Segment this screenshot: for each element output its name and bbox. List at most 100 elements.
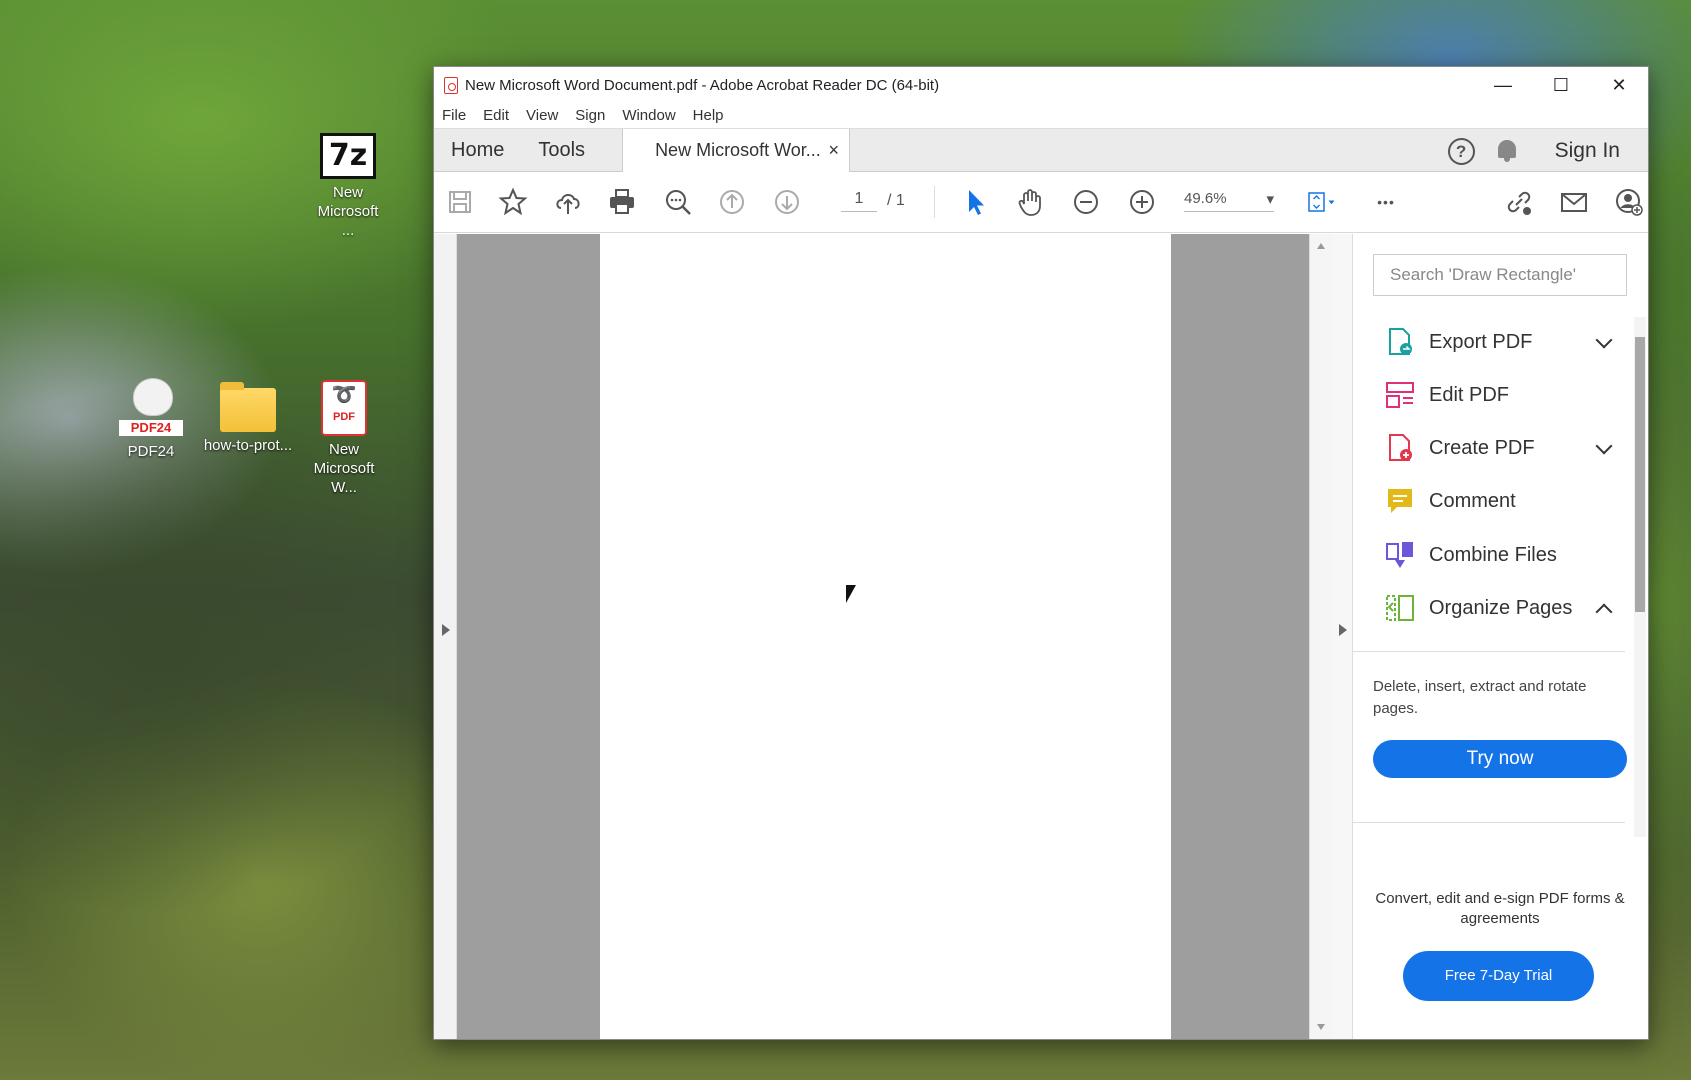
zoom-level-value: 49.6% [1184, 190, 1227, 207]
chevron-down-icon: ▾ [1266, 191, 1274, 208]
scroll-up-icon[interactable] [1317, 243, 1325, 249]
pdf-file-icon: PDF [321, 380, 367, 436]
email-icon[interactable] [1558, 186, 1590, 218]
tools-list: Export PDF Edit PDF Create PDF Comment C… [1353, 317, 1625, 652]
title-bar: New Microsoft Word Document.pdf - Adobe … [434, 67, 1648, 103]
tools-scrollbar-thumb[interactable] [1635, 337, 1645, 612]
menu-help[interactable]: Help [693, 107, 724, 124]
menu-sign[interactable]: Sign [575, 107, 605, 124]
organize-pages-description: Delete, insert, extract and rotate pages… [1373, 678, 1587, 717]
share-link-icon[interactable] [1503, 186, 1535, 218]
desktop-icon-label: New Microsoft W... [313, 441, 375, 496]
menu-bar: File Edit View Sign Window Help [434, 103, 1648, 128]
previous-page-icon[interactable] [716, 186, 748, 218]
panel-divider [1353, 822, 1625, 823]
add-user-icon[interactable] [1613, 186, 1645, 218]
page-number-box: 1 / 1 [841, 190, 905, 212]
desktop-icon-label: PDF24 [127, 443, 175, 460]
organize-pages-icon [1385, 593, 1415, 623]
tool-label: Comment [1429, 489, 1516, 512]
content-area: Search 'Draw Rectangle' Export PDF Edit … [434, 234, 1648, 1039]
tab-document-label: New Microsoft Wor... [655, 140, 821, 160]
tab-bar: Home Tools New Microsoft Wor... × ? Sign… [434, 128, 1648, 172]
desktop-icon-pdf24[interactable]: PDF24 PDF24 [106, 378, 196, 461]
tools-search-input[interactable]: Search 'Draw Rectangle' [1373, 254, 1627, 296]
chevron-down-icon[interactable] [1595, 331, 1613, 349]
zoom-in-icon[interactable] [1126, 186, 1158, 218]
try-now-button[interactable]: Try now [1373, 740, 1627, 778]
tool-label: Export PDF [1429, 330, 1533, 353]
tool-organize-pages[interactable]: Organize Pages [1385, 588, 1613, 628]
collapse-right-icon [1339, 624, 1347, 636]
tools-pane: Search 'Draw Rectangle' Export PDF Edit … [1353, 234, 1648, 1039]
tool-label: Edit PDF [1429, 383, 1510, 406]
tab-close-icon[interactable]: × [829, 140, 840, 161]
acrobat-window: New Microsoft Word Document.pdf - Adobe … [433, 66, 1649, 1040]
tool-create-pdf[interactable]: Create PDF [1385, 428, 1613, 468]
zoom-out-icon[interactable] [1070, 186, 1102, 218]
chevron-down-icon[interactable] [1595, 437, 1613, 455]
menu-view[interactable]: View [526, 107, 558, 124]
tool-comment[interactable]: Comment [1385, 481, 1610, 521]
menu-edit[interactable]: Edit [483, 107, 509, 124]
zoom-level-select[interactable]: 49.6% ▾ [1184, 190, 1274, 212]
tab-tools[interactable]: Tools [521, 129, 602, 171]
desktop-icon-label: New Microsoft ... [317, 184, 379, 239]
desktop-icon-pdf[interactable]: PDF New Microsoft W... [299, 380, 389, 497]
tool-label: Combine Files [1429, 543, 1557, 566]
select-tool-icon[interactable] [959, 186, 991, 218]
tool-export-pdf[interactable]: Export PDF [1385, 322, 1613, 362]
find-text-icon[interactable] [662, 186, 694, 218]
cloud-upload-icon[interactable] [552, 186, 584, 218]
right-panel-toggle[interactable] [1332, 234, 1353, 1039]
combine-files-icon [1385, 540, 1415, 570]
maximize-button[interactable]: ☐ [1532, 67, 1590, 103]
tool-edit-pdf[interactable]: Edit PDF [1385, 375, 1610, 415]
scroll-down-icon[interactable] [1317, 1024, 1325, 1030]
pdf-page [600, 234, 1171, 1039]
bookmark-star-icon[interactable] [497, 186, 529, 218]
left-panel-toggle[interactable] [434, 234, 457, 1039]
chevron-up-icon[interactable] [1595, 603, 1613, 621]
tool-combine-files[interactable]: Combine Files [1385, 535, 1610, 575]
next-page-icon[interactable] [771, 186, 803, 218]
tab-bar-right: ? Sign In [1447, 129, 1648, 173]
comment-icon [1385, 486, 1415, 516]
pdf24-icon: PDF24 [119, 378, 183, 438]
toolbar-divider [934, 186, 935, 218]
desktop-icon-label: how-to-prot... [203, 437, 293, 454]
tools-scrollbar[interactable] [1634, 317, 1646, 837]
mouse-cursor [846, 585, 856, 603]
minimize-button[interactable]: — [1474, 67, 1532, 103]
sign-in-button[interactable]: Sign In [1555, 139, 1620, 163]
document-scrollbar[interactable] [1309, 234, 1332, 1039]
save-icon[interactable] [444, 186, 476, 218]
menu-file[interactable]: File [442, 107, 466, 124]
window-title: New Microsoft Word Document.pdf - Adobe … [465, 76, 940, 94]
document-view[interactable] [457, 234, 1309, 1039]
menu-window[interactable]: Window [622, 107, 675, 124]
close-button[interactable]: ✕ [1590, 67, 1648, 103]
create-pdf-icon [1385, 433, 1415, 463]
toolbar: 1 / 1 49.6% ▾ ••• [434, 172, 1648, 233]
expand-left-icon [442, 624, 450, 636]
hand-tool-icon[interactable] [1014, 186, 1046, 218]
desktop-icon-7z[interactable]: 7z New Microsoft ... [303, 133, 393, 240]
desktop-icon-folder[interactable]: how-to-prot... [203, 382, 293, 455]
tab-home[interactable]: Home [434, 129, 521, 171]
page-number-input[interactable]: 1 [841, 190, 877, 212]
tool-label: Create PDF [1429, 436, 1535, 459]
edit-pdf-icon [1385, 380, 1415, 410]
print-icon[interactable] [606, 186, 638, 218]
free-trial-button[interactable]: Free 7-Day Trial [1403, 951, 1594, 1001]
promo-text: Convert, edit and e-sign PDF forms & agr… [1375, 890, 1625, 927]
folder-icon [220, 382, 276, 432]
7z-icon: 7z [320, 133, 376, 179]
tab-document[interactable]: New Microsoft Wor... × [622, 129, 851, 172]
fit-page-icon[interactable] [1299, 186, 1343, 218]
acrobat-app-icon [444, 76, 458, 94]
help-icon[interactable]: ? [1447, 137, 1475, 165]
pdf24-icon-text: PDF24 [119, 420, 183, 436]
notification-bell-icon[interactable] [1497, 140, 1517, 162]
more-tools-icon[interactable]: ••• [1370, 186, 1402, 218]
